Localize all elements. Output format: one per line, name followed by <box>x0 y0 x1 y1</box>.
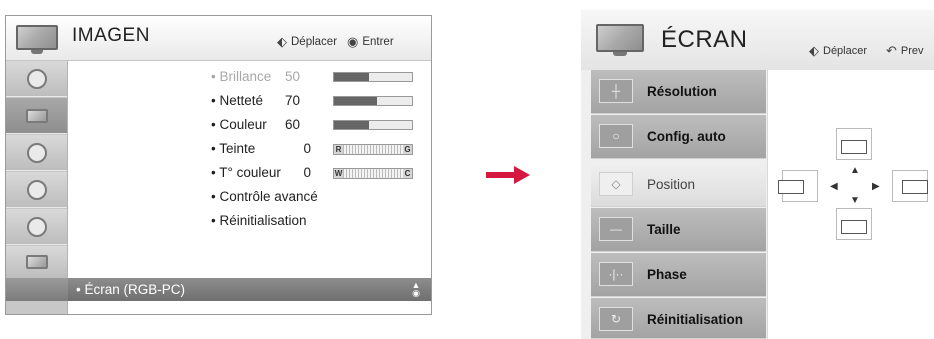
resolution-icon: ┼ <box>599 79 633 103</box>
move-hint-label: Déplacer <box>823 45 868 57</box>
imagen-menu-panel: IMAGEN ⬖ Déplacer ◉ Entrer • Brillance 5… <box>5 15 432 315</box>
up-down-icon: ▲ ◉ <box>411 280 421 298</box>
sidebar-clock-icon[interactable] <box>6 172 67 208</box>
back-icon: ↶ <box>886 43 897 58</box>
menu-item-nettete[interactable]: • Netteté <box>211 93 263 108</box>
teinte-left-mark: R <box>334 145 343 154</box>
reinitialisation-label: Réinitialisation <box>647 312 744 327</box>
t-couleur-balance-bar[interactable]: W C <box>333 168 413 179</box>
sidebar-options-icon[interactable] <box>6 246 67 278</box>
t-couleur-value: 0 <box>303 165 311 180</box>
menu-item-couleur[interactable]: • Couleur <box>211 117 267 132</box>
ecran-item-position[interactable]: ◇ Position <box>591 163 766 207</box>
sidebar-speaker-icon[interactable] <box>6 135 67 171</box>
position-left-box[interactable] <box>778 180 804 194</box>
brillance-value: 50 <box>284 69 300 84</box>
tv-icon <box>596 24 644 56</box>
move-hint: ⬖ Déplacer <box>277 34 337 50</box>
menu-item-t-couleur[interactable]: • T° couleur <box>211 165 281 180</box>
position-label: Position <box>647 177 696 192</box>
arrow-right-icon[interactable]: ▶ <box>872 182 880 192</box>
arrow-down-icon[interactable]: ▼ <box>850 196 860 206</box>
nettete-bar[interactable] <box>333 96 413 106</box>
ecran-item-reinitialisation[interactable]: ↻ Réinitialisation <box>591 298 766 339</box>
sidebar-tv-screen-icon[interactable] <box>6 98 67 134</box>
enter-hint-label: Entrer <box>362 36 394 48</box>
position-right-box[interactable] <box>902 180 928 194</box>
selected-item-label: • Écran (RGB-PC) <box>76 282 185 297</box>
ecran-item-taille[interactable]: — Taille <box>591 208 766 252</box>
transition-arrow-icon <box>486 166 530 184</box>
size-icon: — <box>599 217 633 241</box>
enter-hint: ◉ Entrer <box>347 34 394 50</box>
t-couleur-right-mark: C <box>403 169 412 178</box>
move-hint-label: Déplacer <box>291 36 338 48</box>
menu-item-controle-avance[interactable]: • Contrôle avancé <box>211 189 318 204</box>
position-down-box[interactable] <box>841 220 867 234</box>
brillance-bar[interactable] <box>333 72 413 82</box>
category-sidebar <box>6 61 68 314</box>
tv-icon <box>16 25 58 54</box>
menu-item-teinte[interactable]: • Teinte <box>211 141 255 156</box>
reset-icon: ↻ <box>599 307 633 331</box>
position-up-box[interactable] <box>841 140 867 154</box>
menu-item-ecran-selected[interactable]: • Écran (RGB-PC) ▲ ◉ <box>68 278 431 301</box>
sidebar-lock-icon[interactable] <box>6 209 67 245</box>
position-icon: ◇ <box>599 172 633 196</box>
prev-hint: ↶ Prev <box>886 43 924 59</box>
ecran-item-config-auto[interactable]: ○ Config. auto <box>591 115 766 159</box>
ok-button-icon: ◉ <box>347 34 359 49</box>
couleur-bar[interactable] <box>333 120 413 130</box>
nettete-value: 70 <box>284 93 300 108</box>
couleur-value: 60 <box>284 117 300 132</box>
sidebar-selection-strip <box>6 278 68 301</box>
arrow-left-icon[interactable]: ◀ <box>830 182 838 192</box>
move-hint: ⬖ Déplacer <box>809 43 867 59</box>
teinte-value: 0 <box>303 141 311 156</box>
move-arrows-icon: ⬖ <box>809 43 819 58</box>
teinte-right-mark: G <box>403 145 412 154</box>
teinte-balance-bar[interactable]: R G <box>333 144 413 155</box>
auto-config-icon: ○ <box>599 124 633 148</box>
phase-icon: ·|·· <box>599 262 633 286</box>
ecran-title: ÉCRAN <box>661 26 748 53</box>
arrow-up-icon[interactable]: ▲ <box>850 166 860 176</box>
resolution-label: Résolution <box>647 84 717 99</box>
config-auto-label: Config. auto <box>647 129 726 144</box>
phase-label: Phase <box>647 267 687 282</box>
ecran-menu-panel: ÉCRAN ⬖ Déplacer ↶ Prev ┼ Résolution ○ C… <box>581 10 934 339</box>
position-adjust-area: ▲ ▼ ◀ ▶ <box>767 70 934 339</box>
t-couleur-left-mark: W <box>334 169 343 178</box>
prev-hint-label: Prev <box>900 45 924 57</box>
menu-item-brillance[interactable]: • Brillance <box>211 69 271 84</box>
menu-item-reinitialisation[interactable]: • Réinitialisation <box>211 213 307 228</box>
ecran-header: ÉCRAN ⬖ Déplacer ↶ Prev <box>581 10 934 70</box>
move-arrows-icon: ⬖ <box>277 34 287 49</box>
imagen-title: IMAGEN <box>72 25 150 46</box>
taille-label: Taille <box>647 222 681 237</box>
sidebar-picture-icon[interactable] <box>6 61 67 97</box>
ecran-item-phase[interactable]: ·|·· Phase <box>591 253 766 297</box>
imagen-header: IMAGEN ⬖ Déplacer ◉ Entrer <box>6 16 431 61</box>
ecran-item-resolution[interactable]: ┼ Résolution <box>591 70 766 114</box>
